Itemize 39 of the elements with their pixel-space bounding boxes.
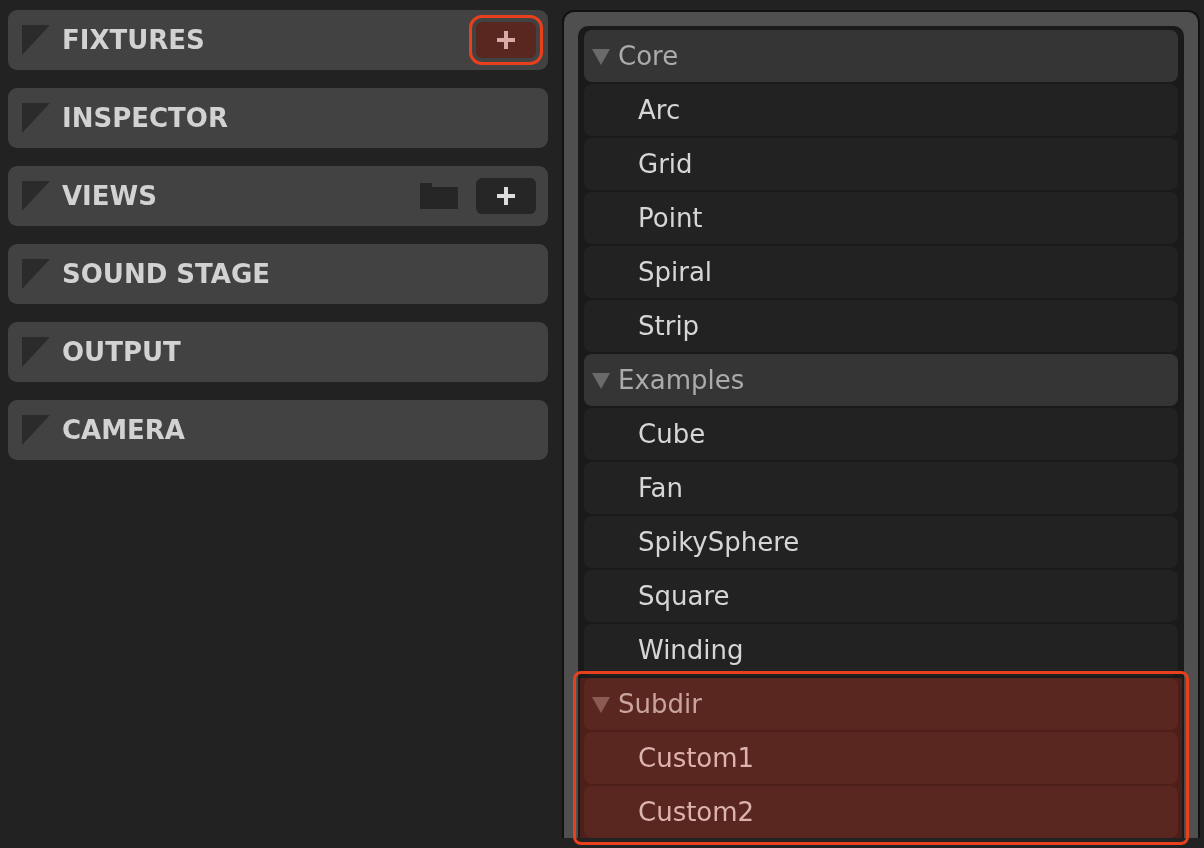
fixture-item[interactable]: Cube	[584, 408, 1178, 460]
group-name: Core	[618, 41, 679, 71]
fixture-item[interactable]: Custom2	[584, 786, 1178, 838]
fixture-item[interactable]: Winding	[584, 624, 1178, 676]
fixture-item[interactable]: Square	[584, 570, 1178, 622]
panel-header[interactable]: INSPECTOR	[8, 88, 548, 148]
panel-title: FIXTURES	[62, 25, 206, 55]
group-header[interactable]: Core	[584, 30, 1178, 82]
collapse-corner-icon	[22, 181, 50, 211]
panel-header[interactable]: OUTPUT	[8, 322, 548, 382]
fixture-item[interactable]: SpikySphere	[584, 516, 1178, 568]
fixture-item[interactable]: Point	[584, 192, 1178, 244]
group-header[interactable]: Subdir	[584, 678, 1178, 730]
panel-title: INSPECTOR	[62, 103, 229, 133]
group-name: Subdir	[618, 689, 702, 719]
panel-header[interactable]: VIEWS	[8, 166, 548, 226]
collapse-corner-icon	[22, 103, 50, 133]
panel-header[interactable]: CAMERA	[8, 400, 548, 460]
plus-icon	[496, 30, 516, 50]
panel-title: VIEWS	[62, 181, 158, 211]
collapse-corner-icon	[22, 259, 50, 289]
fixture-item[interactable]: Custom1	[584, 732, 1178, 784]
collapse-corner-icon	[22, 337, 50, 367]
panel-title: OUTPUT	[62, 337, 182, 367]
add-button[interactable]	[476, 178, 536, 214]
group-name: Examples	[618, 365, 745, 395]
fixture-item[interactable]: Arc	[584, 84, 1178, 136]
fixture-item[interactable]: Grid	[584, 138, 1178, 190]
fixture-item[interactable]: Fan	[584, 462, 1178, 514]
group-header[interactable]: Examples	[584, 354, 1178, 406]
fixture-item[interactable]: Spiral	[584, 246, 1178, 298]
fixture-item[interactable]: Strip	[584, 300, 1178, 352]
panel-title: SOUND STAGE	[62, 259, 271, 289]
collapse-corner-icon	[22, 25, 50, 55]
panel-title: CAMERA	[62, 415, 186, 445]
panel-header[interactable]: SOUND STAGE	[8, 244, 548, 304]
collapse-corner-icon	[22, 415, 50, 445]
plus-icon	[496, 186, 516, 206]
panel-header[interactable]: FIXTURES	[8, 10, 548, 70]
